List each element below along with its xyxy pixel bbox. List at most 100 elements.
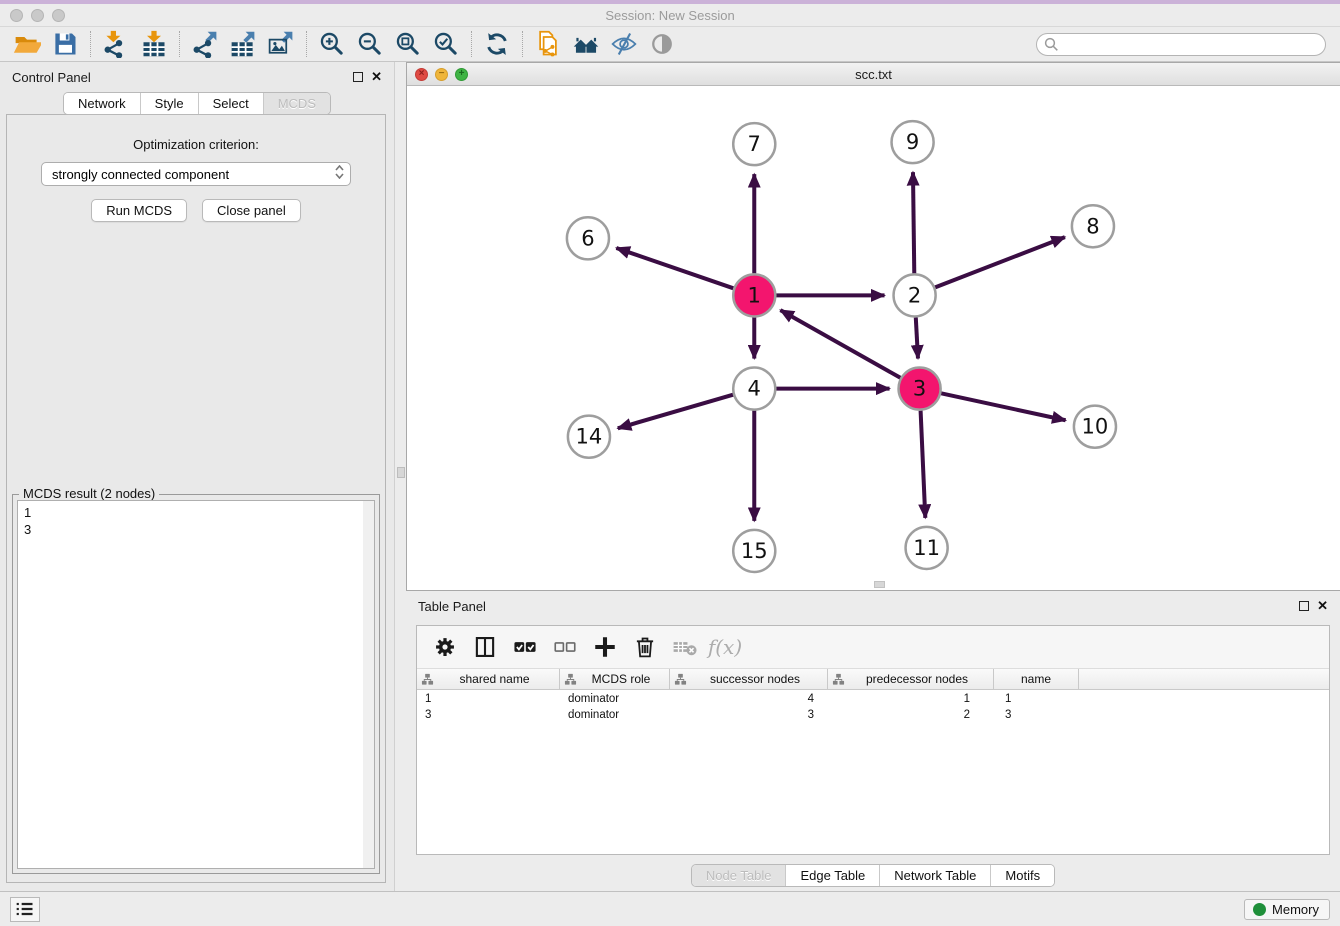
- cell-name: 3: [994, 709, 1079, 725]
- deselect-all-rows-button[interactable]: [547, 630, 583, 664]
- graph-node-1[interactable]: 1: [733, 274, 775, 316]
- network-canvas[interactable]: 7 9 6 8 1 2 4 3 14 10 15 11: [407, 86, 1340, 590]
- edge-3-1[interactable]: [780, 310, 900, 378]
- table-row[interactable]: 1dominator411: [417, 693, 1329, 709]
- control-panel: Control Panel ✕ NetworkStyleSelectMCDS O…: [0, 62, 394, 891]
- edge-2-8[interactable]: [935, 237, 1065, 287]
- table-settings-gear-button[interactable]: [427, 630, 463, 664]
- export-network-button[interactable]: [186, 28, 224, 60]
- show-columns-button[interactable]: [467, 630, 503, 664]
- status-bar: Memory: [0, 891, 1340, 926]
- edge-1-6[interactable]: [616, 248, 733, 288]
- column-type-icon: [564, 673, 577, 686]
- delete-table-button: [667, 630, 703, 664]
- delete-table-icon: [672, 634, 698, 660]
- tab-select[interactable]: Select: [198, 93, 263, 114]
- edge-2-9[interactable]: [913, 172, 914, 273]
- column-header-successor-nodes[interactable]: successor nodes: [670, 669, 828, 689]
- zoom-selected-icon: [432, 30, 460, 58]
- criterion-dropdown-value: strongly connected component: [52, 167, 229, 182]
- export-table-button[interactable]: [224, 28, 262, 60]
- graph-node-15[interactable]: 15: [733, 530, 775, 572]
- refresh-view-button[interactable]: [478, 28, 516, 60]
- edge-3-10[interactable]: [941, 393, 1065, 420]
- graph-node-11[interactable]: 11: [906, 527, 948, 569]
- search-container: [1036, 33, 1326, 56]
- network-minimize-button[interactable]: −: [435, 68, 448, 81]
- graph-node-14[interactable]: 14: [568, 416, 610, 458]
- control-panel-header: Control Panel ✕: [0, 62, 394, 92]
- zoom-fit-button[interactable]: [389, 28, 427, 60]
- mcds-tab-content: Optimization criterion: strongly connect…: [6, 114, 386, 883]
- create-column-button[interactable]: [587, 630, 623, 664]
- graph-node-6[interactable]: 6: [567, 217, 609, 259]
- column-header-MCDS-role[interactable]: MCDS role: [560, 669, 670, 689]
- node-label: 10: [1082, 414, 1109, 439]
- tab-node-table[interactable]: Node Table: [692, 865, 786, 886]
- save-session-button[interactable]: [46, 28, 84, 60]
- import-table-button[interactable]: [135, 28, 173, 60]
- network-zoom-button[interactable]: +: [455, 68, 468, 81]
- delete-columns-icon: [632, 634, 658, 660]
- import-network-button[interactable]: [97, 28, 135, 60]
- new-network-from-selection-button[interactable]: [529, 28, 567, 60]
- select-all-rows-button[interactable]: [507, 630, 543, 664]
- mcds-result-title: MCDS result (2 nodes): [19, 486, 159, 501]
- column-type-icon: [674, 673, 687, 686]
- optimization-criterion-label: Optimization criterion:: [7, 137, 385, 152]
- criterion-dropdown[interactable]: strongly connected component: [41, 162, 351, 186]
- horizontal-divider-grip[interactable]: [874, 581, 885, 588]
- column-type-icon: [421, 673, 434, 686]
- close-table-panel-icon[interactable]: ✕: [1317, 601, 1328, 611]
- birds-eye-view-button[interactable]: [643, 28, 681, 60]
- graph-node-2[interactable]: 2: [894, 274, 936, 316]
- network-close-button[interactable]: ×: [415, 68, 428, 81]
- zoom-selected-button[interactable]: [427, 28, 465, 60]
- column-header-predecessor-nodes[interactable]: predecessor nodes: [828, 669, 994, 689]
- open-file-button[interactable]: [8, 28, 46, 60]
- edge-2-3[interactable]: [916, 317, 918, 358]
- search-input[interactable]: [1036, 33, 1326, 56]
- hide-graphics-details-button[interactable]: [605, 28, 643, 60]
- tab-network-table[interactable]: Network Table: [879, 865, 990, 886]
- table-row[interactable]: 3dominator323: [417, 709, 1329, 725]
- graph-node-8[interactable]: 8: [1072, 205, 1114, 247]
- graph-node-10[interactable]: 10: [1074, 406, 1116, 448]
- graph-node-3[interactable]: 3: [899, 368, 941, 410]
- float-table-panel-icon[interactable]: [1299, 601, 1309, 611]
- graph-node-9[interactable]: 9: [892, 121, 934, 163]
- export-image-button[interactable]: [262, 28, 300, 60]
- tab-network[interactable]: Network: [64, 93, 140, 114]
- table-panel-header: Table Panel ✕: [406, 591, 1340, 621]
- column-header-name[interactable]: name: [994, 669, 1079, 689]
- edge-4-14[interactable]: [618, 395, 733, 429]
- task-history-button[interactable]: [10, 897, 40, 922]
- float-panel-icon[interactable]: [353, 72, 363, 82]
- result-scrollbar[interactable]: [363, 501, 374, 868]
- graph-node-7[interactable]: 7: [733, 123, 775, 165]
- home-button[interactable]: [567, 28, 605, 60]
- network-window-titlebar[interactable]: scc.txt × − +: [407, 63, 1340, 86]
- tab-mcds[interactable]: MCDS: [263, 93, 330, 114]
- deselect-all-rows-icon: [552, 634, 578, 660]
- tab-motifs[interactable]: Motifs: [990, 865, 1054, 886]
- tab-style[interactable]: Style: [140, 93, 198, 114]
- function-builder-button: f(x): [707, 630, 743, 664]
- delete-columns-button[interactable]: [627, 630, 663, 664]
- edge-3-11[interactable]: [921, 411, 926, 518]
- divider-grip[interactable]: [397, 467, 405, 478]
- node-label: 4: [748, 376, 761, 401]
- panel-split-divider[interactable]: [394, 62, 406, 891]
- run-mcds-button[interactable]: Run MCDS: [91, 199, 187, 222]
- memory-button[interactable]: Memory: [1244, 899, 1330, 920]
- tab-edge-table[interactable]: Edge Table: [785, 865, 879, 886]
- column-header-shared-name[interactable]: shared name: [417, 669, 560, 689]
- close-panel-button[interactable]: Close panel: [202, 199, 301, 222]
- close-panel-icon[interactable]: ✕: [371, 72, 382, 82]
- node-table-container: f(x) shared nameMCDS rolesuccessor nodes…: [416, 625, 1330, 855]
- graph-node-4[interactable]: 4: [733, 368, 775, 410]
- zoom-out-button[interactable]: [351, 28, 389, 60]
- node-label: 3: [913, 376, 926, 401]
- node-label: 11: [913, 535, 940, 560]
- zoom-in-button[interactable]: [313, 28, 351, 60]
